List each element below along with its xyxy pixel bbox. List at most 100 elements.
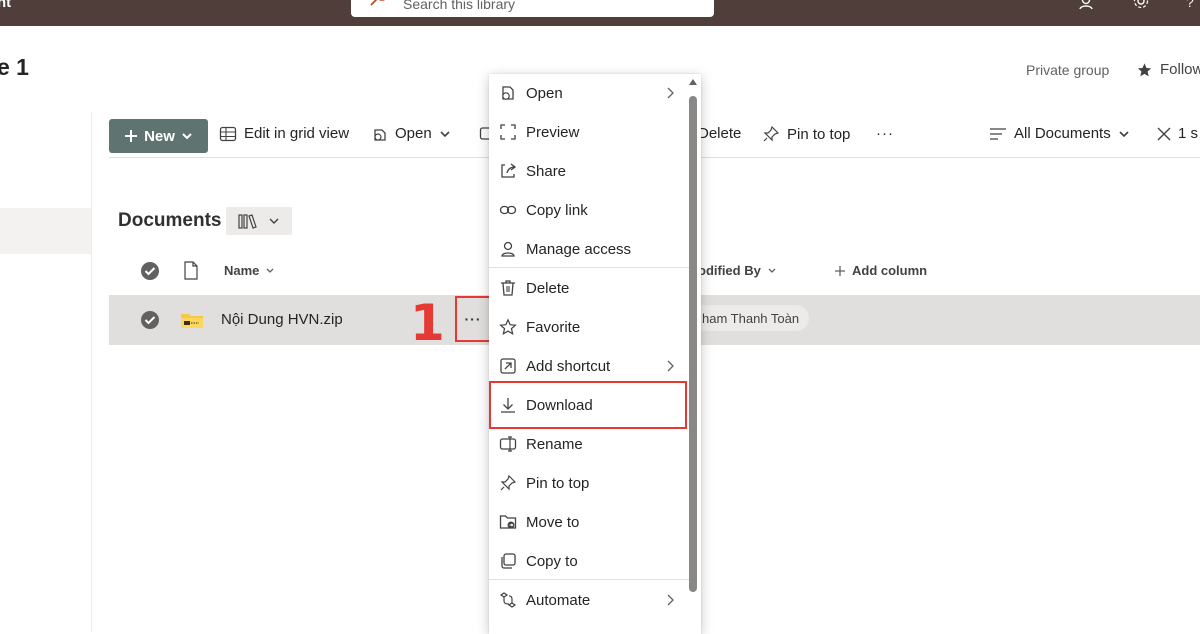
column-modified-by-label: odified By <box>698 263 761 278</box>
menu-label: Delete <box>526 280 570 297</box>
delete-button[interactable]: Delete <box>698 125 741 142</box>
grid-icon <box>219 126 237 142</box>
follow-button[interactable]: Follow <box>1136 61 1200 78</box>
column-header-name[interactable]: Name <box>224 263 275 278</box>
delete-label: Delete <box>698 125 742 142</box>
menu-label: Share <box>526 163 567 180</box>
menu-item-copy-link[interactable]: Copy link <box>489 191 689 229</box>
new-button[interactable]: New <box>109 119 208 153</box>
menu-item-delete[interactable]: Delete <box>489 269 689 307</box>
annotation-step-1: 1 <box>410 294 445 352</box>
menu-label: Open <box>526 85 563 102</box>
modified-by-pill[interactable]: ham Thanh Toàn <box>690 305 810 331</box>
menu-item-open[interactable]: Open <box>489 74 689 112</box>
settings-icon[interactable] <box>1132 0 1150 10</box>
pin-label: Pin to top <box>787 125 851 143</box>
download-highlight-box <box>489 381 687 429</box>
menu-label: Rename <box>526 436 583 453</box>
plus-icon <box>124 129 138 143</box>
open-icon <box>499 84 517 102</box>
menu-item-favorite[interactable]: Favorite <box>489 308 689 346</box>
chevron-right-icon <box>665 359 675 373</box>
search-placeholder: Search this library <box>403 0 516 12</box>
move-icon <box>499 513 517 531</box>
menu-item-copy-to[interactable]: Copy to <box>489 542 689 580</box>
library-view-toggle[interactable] <box>226 207 292 235</box>
menu-scrollbar-thumb[interactable] <box>689 96 697 592</box>
menu-label: Copy to <box>526 553 578 570</box>
menu-divider <box>489 579 689 580</box>
selected-count: 1 s <box>1178 125 1199 142</box>
new-label: New <box>144 127 175 145</box>
chevron-down-icon <box>1118 129 1130 139</box>
open-icon <box>372 126 388 142</box>
link-icon <box>499 201 517 219</box>
column-header-modified-by[interactable]: odified By <box>698 263 777 278</box>
search-box[interactable]: Search this library <box>351 0 714 17</box>
trash-icon <box>499 279 517 297</box>
menu-label: Manage access <box>526 241 632 258</box>
column-name-label: Name <box>224 263 260 278</box>
search-icon <box>369 0 393 8</box>
preview-icon <box>499 123 517 141</box>
chevron-right-icon <box>665 593 675 607</box>
person-icon <box>499 240 517 258</box>
shortcut-icon <box>499 357 517 375</box>
pin-icon <box>499 474 517 492</box>
menu-item-manage-access[interactable]: Manage access <box>489 230 689 268</box>
menu-label: Move to <box>526 514 580 531</box>
site-title: e 1 <box>0 54 29 80</box>
copy-icon <box>499 552 517 570</box>
open-label: Open <box>395 125 432 142</box>
add-column-button[interactable]: Add column <box>834 263 927 278</box>
add-column-label: Add column <box>852 263 928 278</box>
library-title: Documents <box>118 210 222 231</box>
follow-label: Follow <box>1160 61 1200 78</box>
pin-to-top-button[interactable]: Pin to top <box>762 125 850 143</box>
chevron-down-icon <box>439 129 451 139</box>
view-label: All Documents <box>1014 125 1111 142</box>
app-title[interactable]: nt <box>0 0 11 11</box>
chevron-down-icon <box>268 216 280 226</box>
suite-header: nt Search this library ? <box>0 0 1200 26</box>
chevron-right-icon <box>665 86 675 100</box>
select-all-checkbox[interactable] <box>140 261 160 281</box>
pin-icon <box>762 125 780 143</box>
help-icon[interactable]: ? <box>1186 0 1194 10</box>
nav-item-selected[interactable] <box>0 208 91 254</box>
menu-item-preview[interactable]: Preview <box>489 113 689 151</box>
menu-item-rename[interactable]: Rename <box>489 425 689 463</box>
more-commands-button[interactable]: ··· <box>876 125 894 142</box>
open-button[interactable]: Open <box>372 125 451 142</box>
menu-label: Copy link <box>526 202 588 219</box>
menu-item-share[interactable]: Share <box>489 152 689 190</box>
menu-item-add-shortcut[interactable]: Add shortcut <box>489 347 689 385</box>
edit-grid-view-button[interactable]: Edit in grid view <box>219 125 349 142</box>
menu-item-move-to[interactable]: Move to <box>489 503 689 541</box>
automate-icon <box>499 591 517 609</box>
menu-label: Preview <box>526 124 580 141</box>
row-checkbox[interactable] <box>140 310 160 330</box>
clear-selection-button[interactable]: 1 s <box>1157 125 1198 142</box>
file-type-icon <box>183 261 199 280</box>
rename-icon <box>499 435 517 453</box>
star-icon <box>1136 62 1153 78</box>
left-navigation <box>0 112 92 632</box>
menu-label: Add shortcut <box>526 358 611 375</box>
context-menu: Open Preview Share Copy link Manage acce… <box>489 74 701 634</box>
privacy-label: Private group <box>1026 62 1110 78</box>
account-icon[interactable] <box>1078 0 1094 10</box>
chevron-down-icon <box>265 267 275 275</box>
menu-label: Favorite <box>526 319 581 336</box>
file-name[interactable]: Nội Dung HVN.zip <box>221 311 343 328</box>
menu-label: Automate <box>526 592 591 609</box>
view-selector[interactable]: All Documents <box>989 125 1130 142</box>
star-icon <box>499 318 517 336</box>
library-icon <box>238 213 258 229</box>
more-actions-button[interactable]: ··· <box>455 296 491 342</box>
menu-item-pin-to-top[interactable]: Pin to top <box>489 464 689 502</box>
view-list-icon <box>989 127 1007 141</box>
scroll-up-arrow-icon[interactable] <box>688 78 698 86</box>
menu-item-automate[interactable]: Automate <box>489 581 689 619</box>
share-icon <box>499 162 517 180</box>
